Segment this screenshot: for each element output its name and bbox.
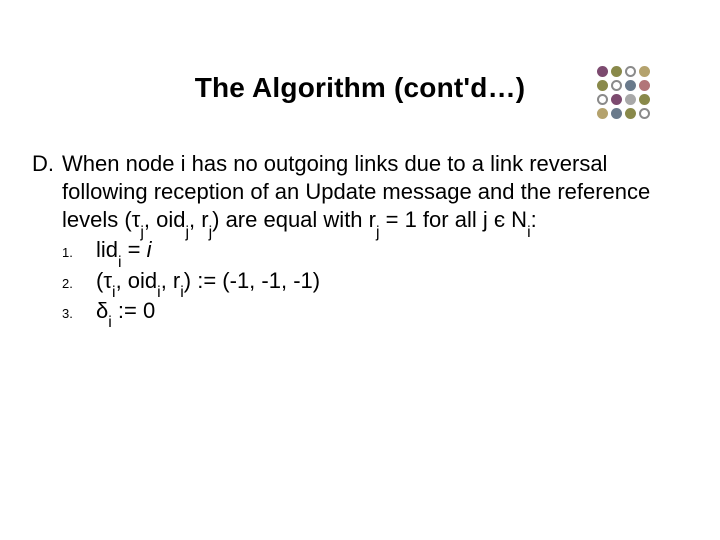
deco-dot bbox=[611, 108, 622, 119]
list-item: 1.lidi = i bbox=[62, 236, 680, 264]
list-item-number: 1. bbox=[62, 245, 96, 262]
list-item-text: δi := 0 bbox=[96, 297, 155, 325]
list-item-text: (τi, oidi, ri) := (-1, -1, -1) bbox=[96, 267, 320, 295]
list-item: 3.δi := 0 bbox=[62, 297, 680, 325]
list-item-number: 2. bbox=[62, 276, 96, 293]
slide-title: The Algorithm (cont'd…) bbox=[0, 72, 720, 104]
slide-body: D. When node i has no outgoing links due… bbox=[32, 150, 680, 327]
deco-dot bbox=[625, 108, 636, 119]
section-marker: D. bbox=[32, 150, 62, 234]
list-item-number: 3. bbox=[62, 306, 96, 323]
deco-dot bbox=[597, 108, 608, 119]
section-text: When node i has no outgoing links due to… bbox=[62, 150, 680, 234]
slide: The Algorithm (cont'd…) D. When node i h… bbox=[0, 0, 720, 540]
section-paragraph: D. When node i has no outgoing links due… bbox=[32, 150, 680, 234]
list-item: 2.(τi, oidi, ri) := (-1, -1, -1) bbox=[62, 267, 680, 295]
deco-dot bbox=[639, 108, 650, 119]
numbered-list: 1.lidi = i 2.(τi, oidi, ri) := (-1, -1, -… bbox=[32, 236, 680, 324]
